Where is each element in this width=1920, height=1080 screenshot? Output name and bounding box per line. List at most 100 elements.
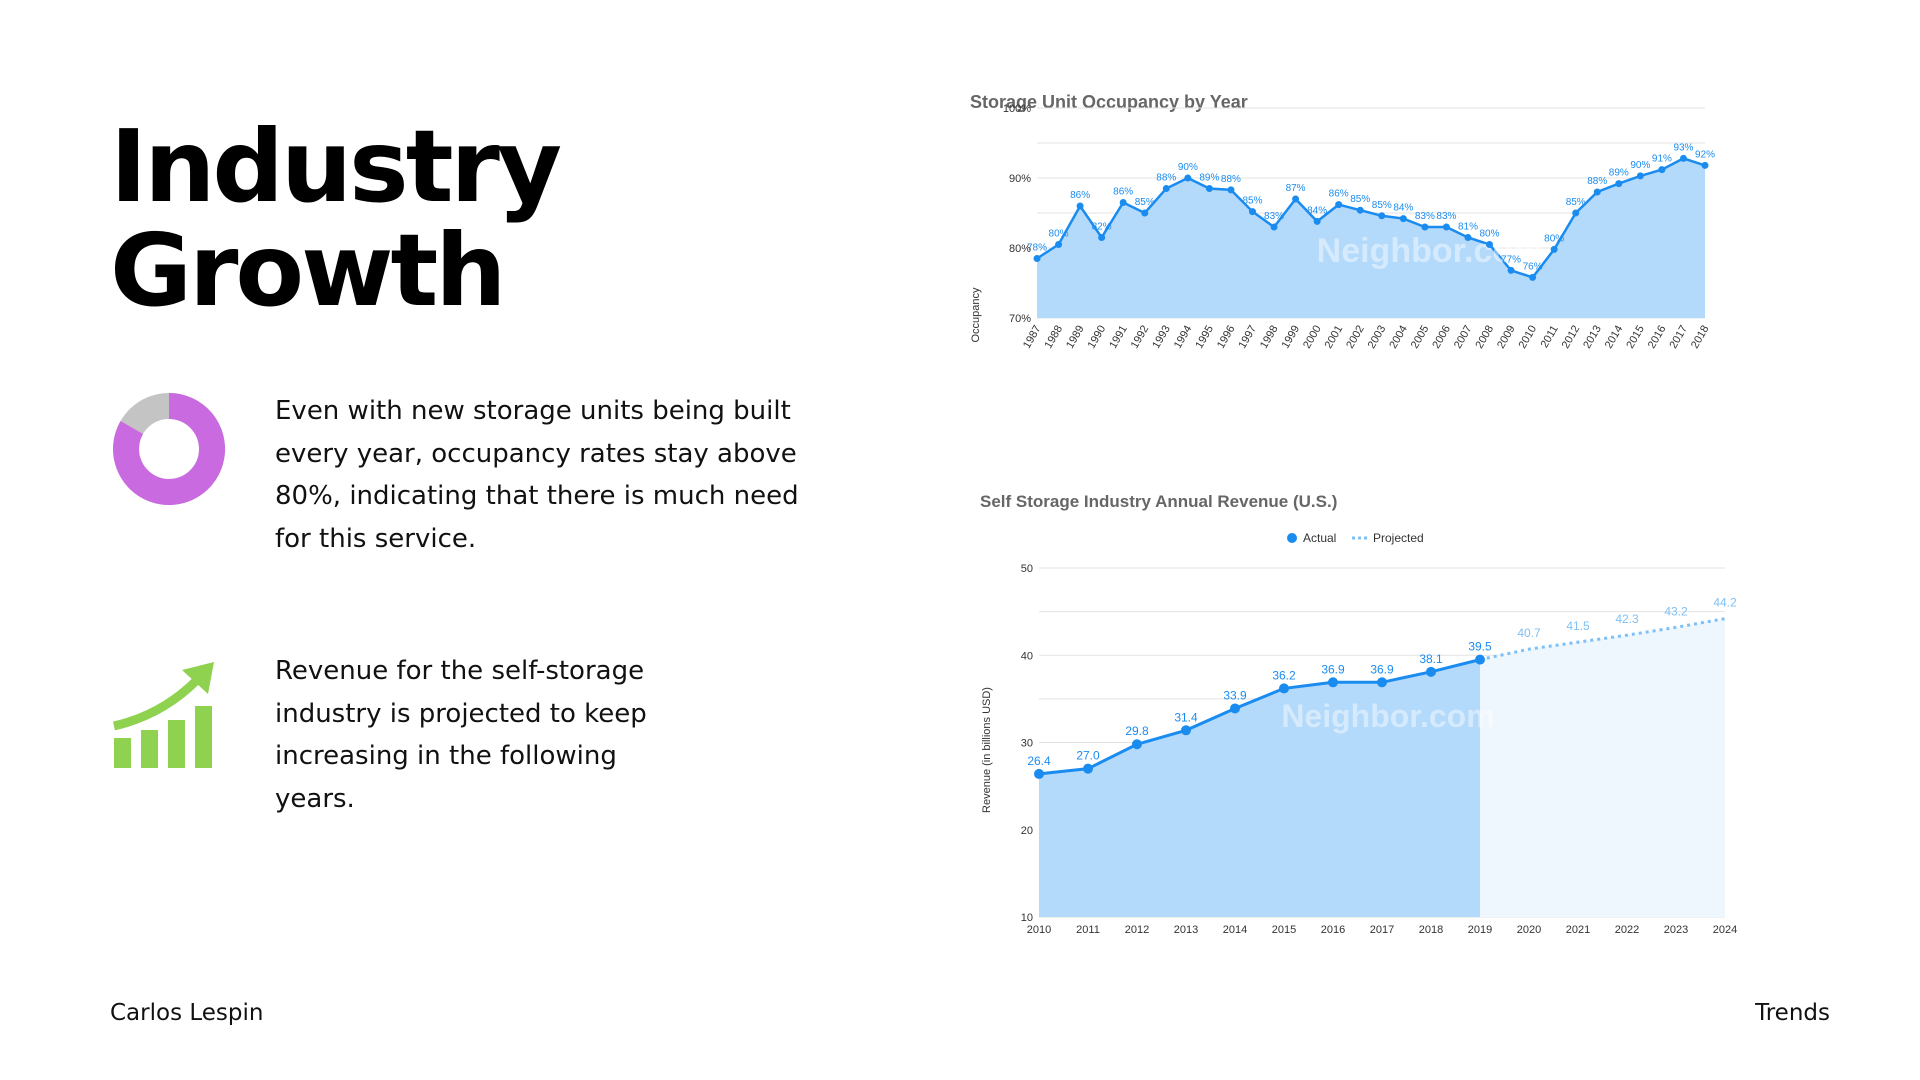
projected-data-label: 41.5 [1566,619,1590,633]
x-tick-label: 1998 [1258,324,1281,351]
data-label: 93% [1673,142,1693,153]
data-point [1636,172,1644,180]
data-label: 77% [1501,254,1521,265]
data-point [1313,217,1321,225]
data-label: 90% [1178,162,1198,173]
data-point [1701,161,1709,169]
data-point [1184,174,1192,182]
data-label: 89% [1199,173,1219,184]
data-point [1076,202,1084,210]
actual-data-point [1230,703,1240,714]
data-point [1162,185,1170,192]
y-tick-label: 50 [1021,563,1033,575]
legend-actual-label: Actual [1303,531,1336,545]
projected-data-label: 44.2 [1713,596,1737,610]
data-point [1593,188,1601,196]
actual-data-label: 36.9 [1370,662,1394,676]
occupancy-chart: Storage Unit Occupancy by Year Occupancy… [970,92,1715,351]
data-point [1119,199,1127,206]
x-tick-label: 1988 [1043,324,1066,351]
data-point [1033,255,1041,262]
occupancy-plot-area: 70%80%90%100%Neighbor.com78%198780%19888… [1003,103,1715,351]
data-point [1292,195,1300,203]
projected-data-label: 42.3 [1615,612,1639,626]
title-line-2: Growth [110,212,506,329]
data-label: 88% [1587,176,1607,187]
x-tick-label: 2012 [1560,324,1583,351]
x-tick-label: 2003 [1366,324,1389,351]
projected-area [1480,618,1725,917]
y-tick-label: 70% [1009,313,1031,325]
data-point [1378,212,1386,220]
data-label: 86% [1113,187,1133,198]
x-tick-label: 1994 [1172,324,1195,351]
x-tick-label: 2011 [1539,324,1561,350]
data-label: 85% [1350,194,1370,205]
x-tick-label: 1991 [1107,324,1130,351]
y-tick-label: 10 [1021,912,1033,924]
data-label: 76% [1523,261,1543,272]
x-tick-label: 2016 [1321,924,1345,936]
x-tick-label: 1990 [1086,324,1109,351]
data-label: 88% [1156,173,1176,184]
x-tick-label: 2005 [1409,324,1432,351]
data-point [1615,180,1623,188]
data-point [1399,215,1407,223]
actual-data-point [1181,725,1191,736]
x-tick-label: 1989 [1064,324,1087,351]
x-tick-label: 2017 [1667,324,1690,351]
y-tick-label: 40 [1021,650,1033,662]
data-label: 91% [1652,154,1672,165]
data-point [1055,241,1063,248]
data-label: 85% [1566,197,1586,208]
data-label: 84% [1393,203,1413,214]
x-tick-label: 2015 [1272,924,1296,936]
x-tick-label: 2021 [1566,924,1590,936]
data-point [1658,166,1666,174]
revenue-chart: Self Storage Industry Annual Revenue (U.… [980,492,1737,936]
actual-data-point [1475,654,1485,665]
data-point [1507,266,1515,274]
actual-data-label: 39.5 [1468,640,1492,654]
y-tick-label: 90% [1009,173,1031,185]
x-tick-label: 2013 [1174,924,1198,936]
x-tick-label: 2013 [1581,324,1604,351]
slide-title: Industry Growth [110,108,562,329]
data-point [1550,245,1558,253]
actual-data-label: 31.4 [1174,710,1198,724]
legend-projected-label: Projected [1373,531,1424,545]
x-tick-label: 2000 [1301,324,1324,351]
legend-actual-marker [1287,533,1297,543]
x-tick-label: 2006 [1430,324,1453,351]
x-tick-label: 2010 [1517,324,1540,351]
data-label: 92% [1695,149,1715,160]
occupancy-y-axis-label: Occupancy [970,287,982,343]
revenue-y-axis-label: Revenue (in billions USD) [981,687,993,813]
x-tick-label: 2010 [1027,924,1051,936]
data-label: 88% [1221,174,1241,185]
actual-data-label: 27.0 [1076,749,1100,763]
data-point [1205,185,1213,192]
data-label: 86% [1329,189,1349,200]
watermark: Neighbor.com [1281,698,1494,734]
y-tick-label: 100% [1003,103,1031,115]
data-point [1335,201,1343,209]
title-line-1: Industry [110,108,562,225]
actual-data-point [1132,739,1142,750]
actual-data-point [1426,666,1436,677]
data-label: 89% [1609,168,1629,179]
x-tick-label: 2014 [1603,324,1626,351]
data-label: 78% [1027,243,1047,254]
x-tick-label: 2018 [1419,924,1443,936]
x-tick-label: 2015 [1624,324,1647,351]
data-point [1270,223,1278,231]
data-label: 81% [1458,222,1478,233]
actual-data-point [1083,763,1093,774]
x-tick-label: 2002 [1344,324,1367,351]
x-tick-label: 1997 [1236,324,1259,351]
x-tick-label: 1999 [1280,324,1303,351]
projected-data-label: 43.2 [1664,604,1688,618]
x-tick-label: 2011 [1076,924,1100,936]
data-point [1486,241,1494,248]
data-label: 86% [1070,190,1090,201]
